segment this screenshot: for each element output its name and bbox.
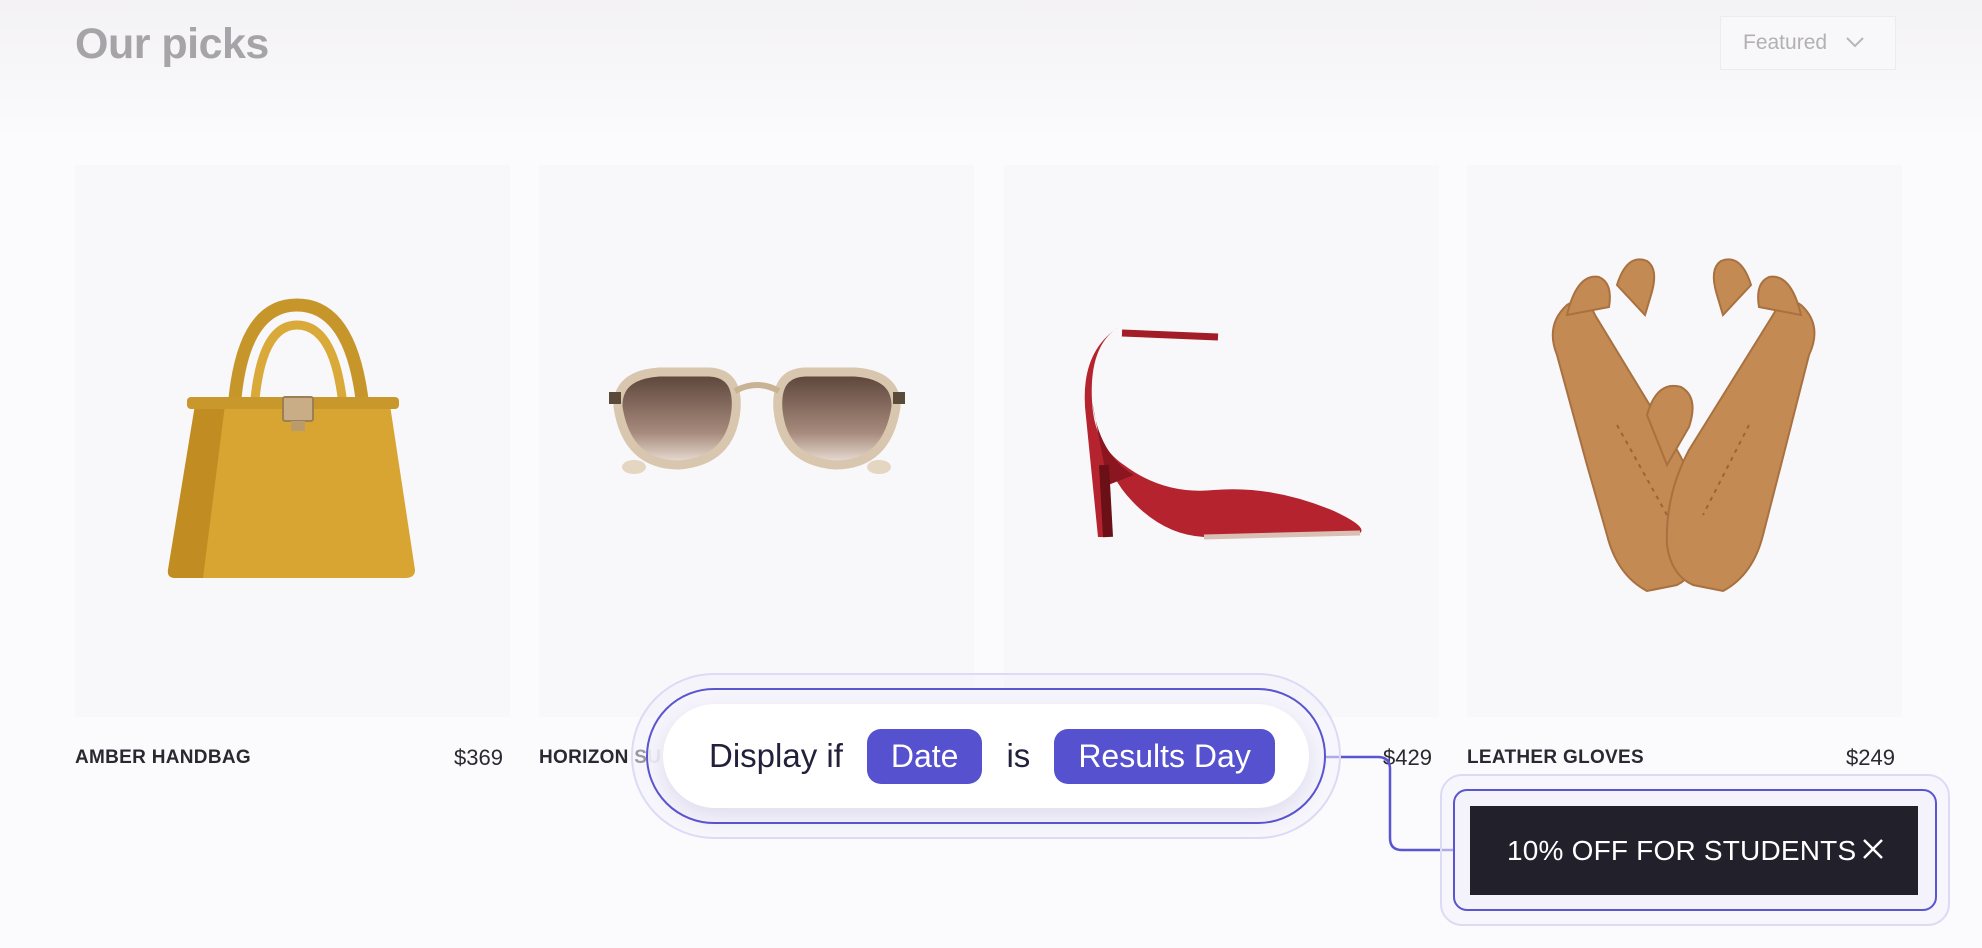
promo-banner[interactable]: 10% OFF FOR STUDENTS: [1470, 806, 1918, 895]
close-icon[interactable]: [1858, 834, 1888, 864]
promo-banner-text: 10% OFF FOR STUDENTS: [1507, 834, 1857, 866]
condition-operator: is: [1006, 737, 1031, 774]
condition-prefix: Display if: [709, 737, 843, 774]
display-condition[interactable]: Display if Date is Results Day: [663, 704, 1309, 808]
condition-field-chip[interactable]: Date: [866, 728, 983, 784]
condition-value-chip[interactable]: Results Day: [1054, 728, 1275, 784]
